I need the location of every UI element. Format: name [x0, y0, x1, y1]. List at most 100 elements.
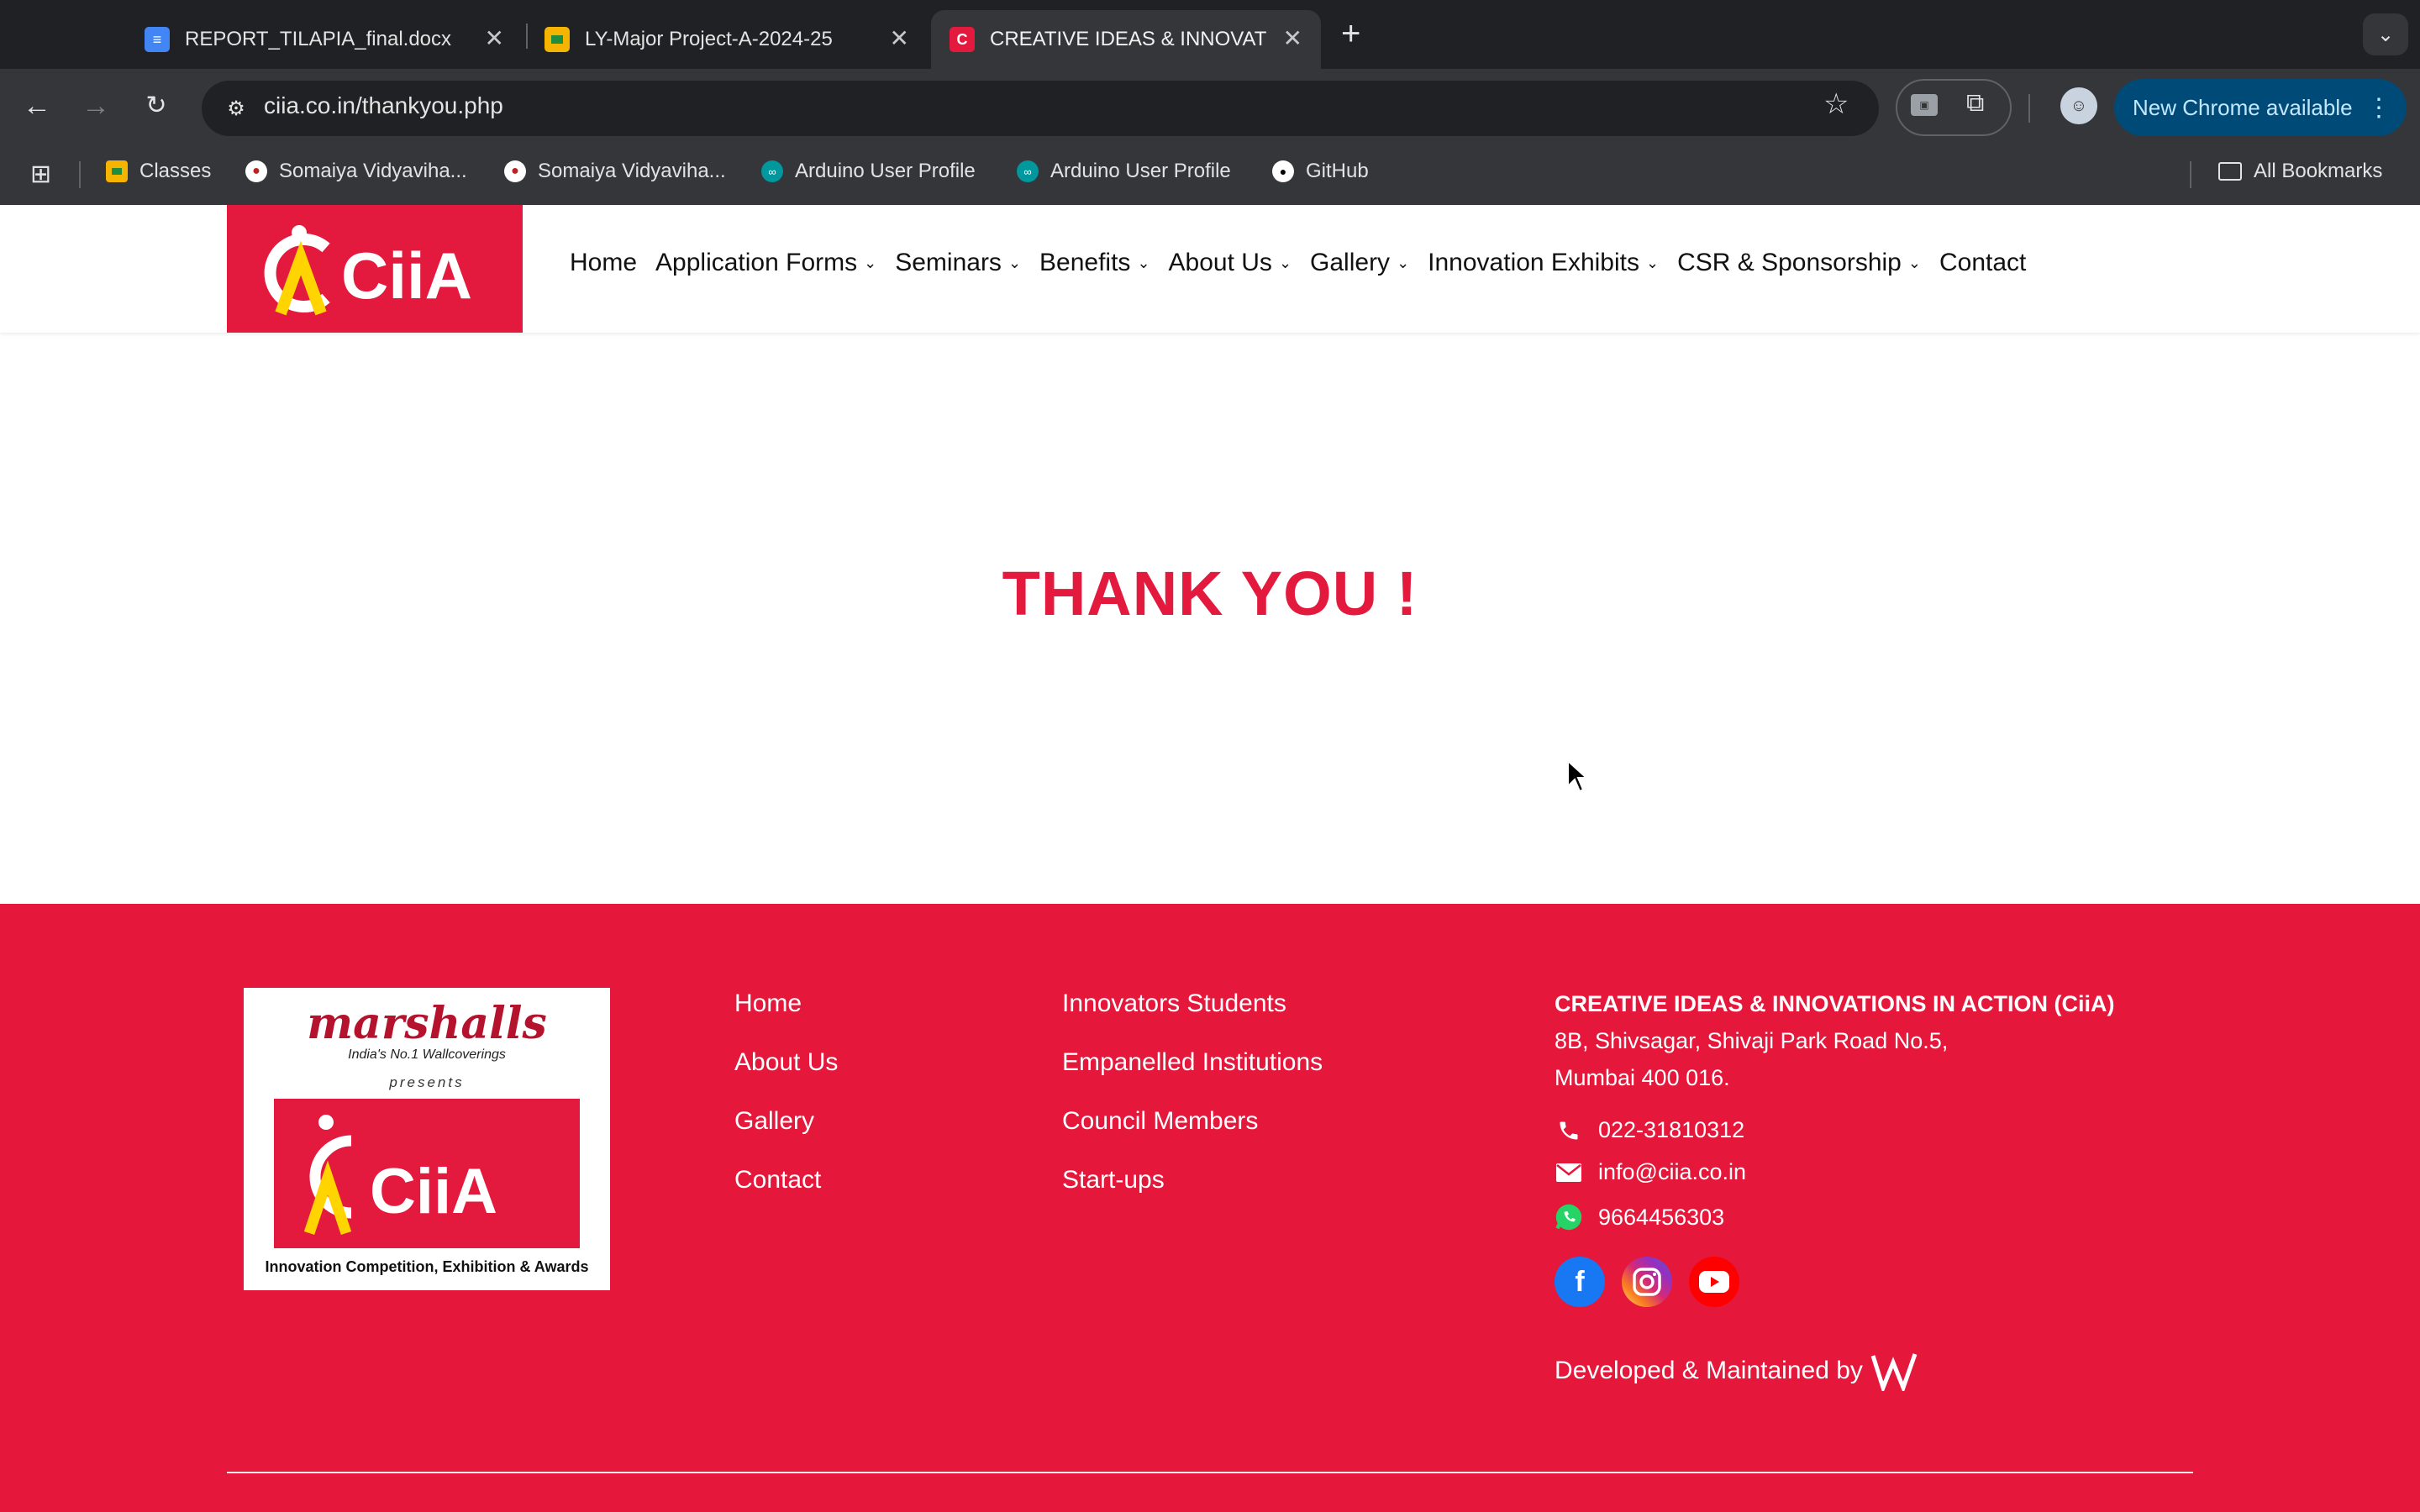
back-arrow-icon[interactable]: ← — [18, 87, 55, 124]
new-chrome-available-button[interactable]: New Chrome available ⋮ — [2114, 79, 2407, 136]
nav-label: Innovation Exhibits — [1428, 249, 1639, 276]
bookmark-arduino-2[interactable]: ∞ Arduino User Profile — [1017, 160, 1231, 183]
profile-avatar[interactable]: ☺ — [2060, 87, 2097, 124]
apps-grid-icon[interactable]: ⊞ — [30, 160, 51, 189]
google-docs-icon: ≡ — [145, 27, 170, 52]
footer-link-council-members[interactable]: Council Members — [1062, 1107, 1258, 1136]
marshalls-tagline: India's No.1 Wallcoverings — [348, 1047, 506, 1062]
all-bookmarks-label: All Bookmarks — [2254, 160, 2383, 182]
google-classroom-icon — [544, 27, 570, 52]
url-text[interactable]: ciia.co.in/thankyou.php — [264, 92, 503, 119]
chevron-down-icon: ⌄ — [1907, 254, 1921, 271]
footer-divider — [227, 1472, 2193, 1473]
developed-by-text: Developed & Maintained by — [1555, 1357, 1863, 1384]
bookmark-classes[interactable]: Classes — [106, 160, 211, 183]
bookmark-label: Arduino User Profile — [1050, 160, 1231, 182]
footer-link-about-us[interactable]: About Us — [734, 1048, 838, 1077]
footer-link-innovators-students[interactable]: Innovators Students — [1062, 990, 1286, 1018]
chevron-down-icon: ⌄ — [1007, 254, 1022, 271]
nav-benefits[interactable]: Benefits ⌄ — [1039, 249, 1150, 277]
close-tab-icon[interactable]: ✕ — [485, 27, 504, 50]
tab-search-chevron-icon[interactable]: ⌄ — [2363, 13, 2408, 55]
footer-link-gallery[interactable]: Gallery — [734, 1107, 814, 1136]
folder-icon — [2218, 162, 2242, 181]
reload-icon[interactable]: ↻ — [138, 87, 175, 124]
nav-seminars[interactable]: Seminars ⌄ — [895, 249, 1021, 277]
developer-w-logo-icon — [1870, 1353, 1918, 1391]
nav-about-us[interactable]: About Us ⌄ — [1169, 249, 1292, 277]
developed-by[interactable]: Developed & Maintained by — [1555, 1351, 1920, 1391]
bookmark-label: GitHub — [1306, 160, 1369, 182]
bookmarks-divider — [2190, 161, 2191, 188]
bookmark-github[interactable]: ● GitHub — [1272, 160, 1369, 183]
footer-address-line1: 8B, Shivsagar, Shivaji Park Road No.5, — [1555, 1028, 1949, 1053]
nav-gallery[interactable]: Gallery ⌄ — [1310, 249, 1409, 277]
site-info-icon[interactable]: ⚙ — [215, 87, 257, 129]
all-bookmarks-button[interactable]: All Bookmarks — [2218, 160, 2382, 183]
arduino-icon: ∞ — [1017, 160, 1039, 182]
bookmark-label: Somaiya Vidyaviha... — [538, 160, 726, 182]
chevron-down-icon: ⌄ — [1137, 254, 1150, 271]
github-icon: ● — [1272, 160, 1294, 182]
tab-report-docx[interactable]: ≡ REPORT_TILAPIA_final.docx ✕ — [126, 10, 523, 69]
presents-text: presents — [388, 1074, 464, 1090]
ciia-logo[interactable]: CiiA — [227, 205, 523, 333]
nav-application-forms[interactable]: Application Forms ⌄ — [655, 249, 876, 277]
bookmarks-divider — [79, 161, 81, 188]
update-label: New Chrome available — [2133, 94, 2353, 120]
somaiya-icon: ● — [245, 160, 267, 182]
footer-org-name: CREATIVE IDEAS & INNOVATIONS IN ACTION (… — [1555, 991, 2115, 1016]
bookmark-label: Classes — [139, 160, 212, 182]
footer-link-home[interactable]: Home — [734, 990, 802, 1018]
phone-number: 022-31810312 — [1598, 1117, 1745, 1142]
tab-major-project[interactable]: LY-Major Project-A-2024-25 ✕ — [526, 10, 928, 69]
youtube-icon[interactable] — [1689, 1257, 1739, 1307]
footer-link-start-ups[interactable]: Start-ups — [1062, 1166, 1165, 1194]
nav-label: About Us — [1168, 249, 1272, 276]
extension-icon[interactable]: ▣ — [1911, 94, 1938, 116]
close-tab-icon[interactable]: ✕ — [1283, 27, 1302, 50]
close-tab-icon[interactable]: ✕ — [890, 27, 909, 50]
tab-ciia-active[interactable]: C CREATIVE IDEAS & INNOVATI ✕ — [931, 10, 1321, 69]
ciia-logo-mark-icon: CiiA — [264, 225, 472, 316]
arduino-icon: ∞ — [761, 160, 783, 182]
bookmark-arduino-1[interactable]: ∞ Arduino User Profile — [761, 160, 976, 183]
nav-home[interactable]: Home — [570, 249, 637, 277]
mouse-cursor-icon — [1567, 759, 1589, 793]
footer-phone[interactable]: 022-31810312 — [1555, 1117, 1744, 1143]
nav-csr-sponsorship[interactable]: CSR & Sponsorship ⌄ — [1677, 249, 1921, 277]
ciia-wordmark: CiiA — [370, 1156, 497, 1227]
bookmark-label: Somaiya Vidyaviha... — [279, 160, 467, 182]
whatsapp-number: 9664456303 — [1598, 1204, 1725, 1230]
instagram-icon[interactable] — [1622, 1257, 1672, 1307]
nav-contact[interactable]: Contact — [1939, 249, 2026, 277]
logo-text: CiiA — [341, 239, 472, 312]
facebook-icon[interactable]: f — [1555, 1257, 1605, 1307]
somaiya-icon: ● — [504, 160, 526, 182]
nav-label: Benefits — [1039, 249, 1131, 276]
forward-arrow-icon[interactable]: → — [77, 87, 114, 124]
main-navigation: Home Application Forms ⌄ Seminars ⌄ Benefi… — [570, 249, 2044, 277]
tab-title: LY-Major Project-A-2024-25 — [585, 28, 833, 50]
bookmark-somaiya-1[interactable]: ● Somaiya Vidyaviha... — [245, 160, 467, 183]
marshalls-wordmark: marshalls — [307, 998, 547, 1049]
footer-email[interactable]: info@ciia.co.in — [1555, 1159, 1746, 1185]
footer-whatsapp[interactable]: 9664456303 — [1555, 1201, 1724, 1233]
marshalls-ciia-sponsor-logo: marshalls India's No.1 Wallcoverings pre… — [244, 988, 610, 1290]
nav-label: Seminars — [895, 249, 1002, 276]
chevron-down-icon: ⌄ — [1645, 254, 1660, 271]
footer-link-contact[interactable]: Contact — [734, 1166, 821, 1194]
email-address: info@ciia.co.in — [1598, 1159, 1746, 1184]
tab-title: CREATIVE IDEAS & INNOVATI — [990, 28, 1267, 50]
kebab-menu-icon[interactable]: ⋮ — [2366, 93, 2391, 123]
bookmark-somaiya-2[interactable]: ● Somaiya Vidyaviha... — [504, 160, 726, 183]
new-tab-plus-icon[interactable]: + — [1341, 15, 1360, 52]
puzzle-extensions-icon[interactable]: ⧉ — [1966, 89, 1984, 118]
nav-innovation-exhibits[interactable]: Innovation Exhibits ⌄ — [1428, 249, 1659, 277]
tab-title: REPORT_TILAPIA_final.docx — [185, 28, 452, 50]
footer-link-empanelled-institutions[interactable]: Empanelled Institutions — [1062, 1048, 1323, 1077]
footer-address-line2: Mumbai 400 016. — [1555, 1065, 1730, 1090]
nav-label: Contact — [1939, 249, 2027, 276]
toolbar-divider — [2028, 94, 2030, 123]
bookmark-star-icon[interactable]: ☆ — [1823, 87, 1849, 121]
